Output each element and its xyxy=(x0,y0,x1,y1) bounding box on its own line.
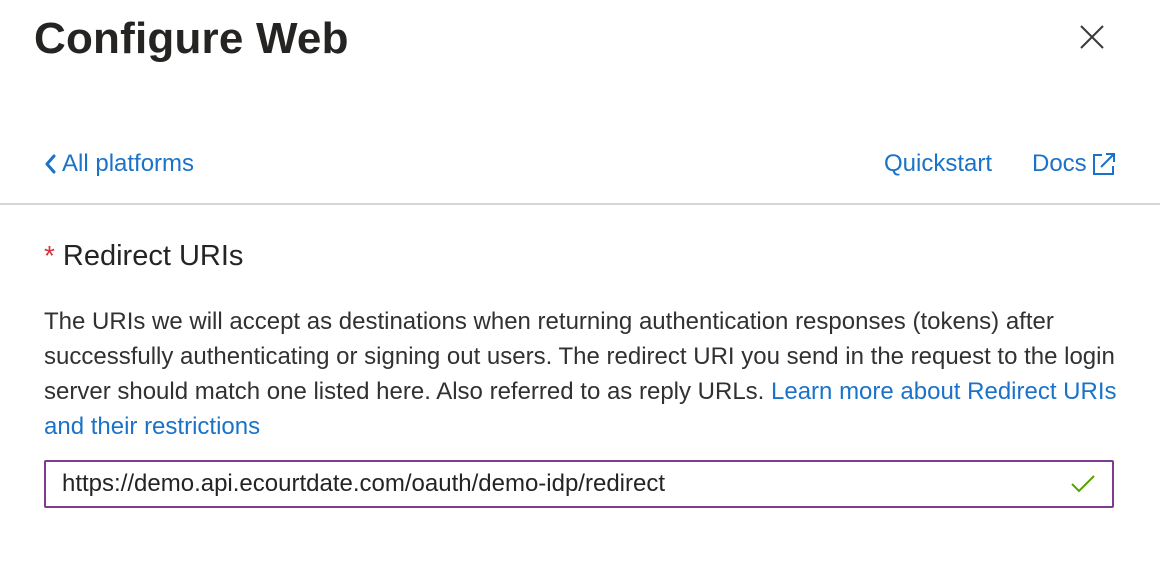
close-button[interactable] xyxy=(1073,20,1111,58)
checkmark-icon xyxy=(1068,469,1098,499)
docs-label: Docs xyxy=(1032,150,1087,177)
redirect-uris-label-text: Redirect URIs xyxy=(62,240,244,272)
close-icon xyxy=(1079,24,1105,55)
required-marker: * xyxy=(44,240,55,271)
quickstart-link[interactable]: Quickstart xyxy=(884,150,992,178)
divider xyxy=(0,203,1160,205)
panel-title: Configure Web xyxy=(34,14,349,63)
external-link-icon xyxy=(1091,151,1117,177)
redirect-uri-field xyxy=(44,460,1114,508)
all-platforms-label: All platforms xyxy=(62,150,195,177)
redirect-uri-input[interactable] xyxy=(46,462,1068,506)
configure-web-panel: Configure Web All platforms Quickstart D… xyxy=(0,0,1160,574)
platform-nav: All platforms Quickstart Docs xyxy=(0,140,1160,194)
redirect-uris-label: * Redirect URIs xyxy=(44,240,243,273)
docs-link[interactable]: Docs xyxy=(1032,150,1117,178)
all-platforms-link[interactable]: All platforms xyxy=(44,150,194,178)
redirect-uris-description: The URIs we will accept as destinations … xyxy=(44,304,1124,444)
chevron-left-icon xyxy=(44,154,56,174)
